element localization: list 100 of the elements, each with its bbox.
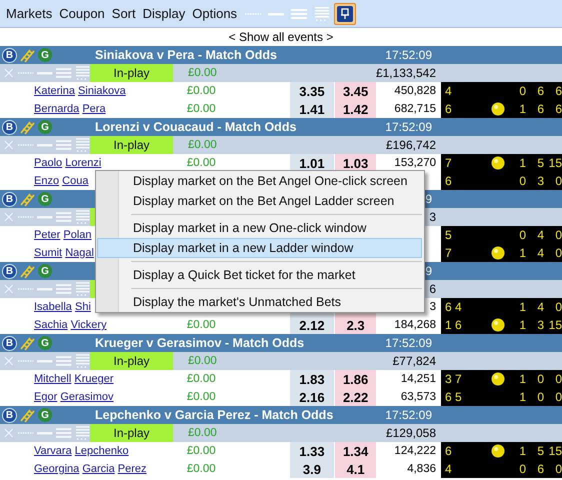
menu-item[interactable]: Display market on the Bet Angel One-click screen <box>97 171 422 191</box>
set-scores: 6 <box>444 444 453 458</box>
runner-name-link[interactable]: Mitchell <box>34 373 72 385</box>
letter-badge[interactable]: B <box>2 48 17 62</box>
lay-price[interactable]: 4.1 <box>334 460 376 478</box>
letter-badge[interactable]: G <box>38 120 52 134</box>
set-scores: 4 <box>444 84 453 98</box>
letter-badge[interactable]: G <box>38 264 52 278</box>
menu-item[interactable]: Coupon <box>57 6 110 21</box>
market-title: Lepchenko v Garcia Perez - Match Odds <box>95 408 334 422</box>
total-matched: £77,824 <box>392 354 436 368</box>
lay-price[interactable]: 1.42 <box>334 100 376 118</box>
runner-name-link[interactable]: Shi <box>74 301 91 313</box>
menu-item[interactable]: Sort <box>110 6 141 21</box>
market-title: Lorenzi v Couacaud - Match Odds <box>95 120 298 134</box>
runner-name-link[interactable]: Garcia <box>82 463 115 475</box>
letter-badge[interactable]: G <box>38 48 52 62</box>
set-scores: 1 6 <box>444 318 463 332</box>
score-value: 5 <box>536 444 544 458</box>
score-value: 15 <box>548 156 562 170</box>
in-play-indicator: In-play <box>90 424 173 442</box>
lay-price[interactable]: 2.22 <box>334 388 376 406</box>
matched-amount: £0.00 <box>186 373 216 385</box>
matched-amount: £0.00 <box>186 103 216 115</box>
in-play-indicator: In-play <box>90 352 173 370</box>
runner-name-link[interactable]: Isabella <box>34 301 72 313</box>
menu-item[interactable]: Display market in a new Ladder window <box>97 238 422 258</box>
runner-name-link[interactable]: Sachia <box>34 319 68 331</box>
traded-volume: 682,715 <box>394 103 436 115</box>
menu-item[interactable]: Display market on the Bet Angel Ladder screen <box>97 191 422 211</box>
traded-volume: 3 <box>430 301 436 313</box>
letter-badge[interactable]: G <box>38 408 52 422</box>
runner-name-link[interactable]: Varvara <box>34 445 72 457</box>
score-value: 5 <box>536 156 544 170</box>
score-value: 6 <box>554 84 562 98</box>
runner-name-link[interactable]: Katerina <box>34 85 75 97</box>
show-all-events-link[interactable]: < Show all events > <box>228 30 334 44</box>
traded-volume: 4,836 <box>407 463 436 475</box>
runner-name-link[interactable]: Gerasimov <box>60 391 114 403</box>
runner-name-link[interactable]: Coua <box>62 175 88 187</box>
score-value: 1 <box>518 300 526 314</box>
set-scores: 6 <box>444 174 453 188</box>
runner-name-link[interactable]: Sumit <box>34 247 62 259</box>
matched-amount: £0.00 <box>188 427 217 439</box>
letter-badge[interactable]: B <box>2 336 17 350</box>
score-value: 4 <box>536 300 544 314</box>
back-price[interactable]: 1.41 <box>290 100 334 118</box>
letter-badge[interactable]: B <box>2 120 17 134</box>
total-matched: £196,742 <box>386 138 436 152</box>
runner-name-link[interactable]: Nagal <box>65 247 94 259</box>
runner-name-link[interactable]: Pera <box>82 103 106 115</box>
menu-item[interactable]: Display <box>140 6 190 21</box>
back-price[interactable]: 1.33 <box>290 442 334 460</box>
runner-name-link[interactable]: Egor <box>34 391 58 403</box>
score-value: 3 <box>536 174 544 188</box>
letter-badge[interactable]: B <box>2 264 17 278</box>
runner-name-link[interactable]: Peter <box>34 229 60 241</box>
lay-price[interactable]: 3.45 <box>334 82 376 100</box>
runner-name-link[interactable]: Lorenzi <box>65 157 102 169</box>
matched-amount: £0.00 <box>188 139 217 151</box>
score-value: 1 <box>518 246 526 260</box>
menu-item[interactable]: Options <box>190 6 242 21</box>
runner-name-link[interactable]: Bernarda <box>34 103 80 115</box>
runner-name-link[interactable]: Paolo <box>34 157 62 169</box>
score-value: 3 <box>536 318 544 332</box>
market-time: 17:52:09 <box>385 336 432 350</box>
matched-amount: £0.00 <box>186 85 216 97</box>
runner-name-link[interactable]: Enzo <box>34 175 60 187</box>
runner-name-link[interactable]: Lepchenko <box>74 445 129 457</box>
lay-price[interactable]: 1.34 <box>334 442 376 460</box>
score-value: 0 <box>554 390 562 404</box>
runner-name-link[interactable]: Polan <box>63 229 92 241</box>
score-value: 6 <box>536 102 544 116</box>
letter-badge[interactable]: B <box>2 408 17 422</box>
matched-amount: £0.00 <box>186 445 216 457</box>
back-price[interactable]: 1.83 <box>290 370 334 388</box>
letter-badge[interactable]: G <box>38 192 52 206</box>
runner-name-link[interactable]: Georgina <box>34 463 80 475</box>
lay-price[interactable]: 1.86 <box>334 370 376 388</box>
back-price[interactable]: 2.16 <box>290 388 334 406</box>
runner-name-link[interactable]: Siniakova <box>78 85 126 97</box>
total-matched: £1,133,542 <box>376 66 436 80</box>
runner-name-link[interactable]: Vickery <box>70 319 107 331</box>
menu-item[interactable]: Display market in a new One-click window <box>97 218 422 238</box>
menu-item[interactable]: Display a Quick Bet ticket for the market <box>97 265 422 285</box>
score-value: 0 <box>536 390 544 404</box>
letter-badge[interactable]: B <box>2 192 17 206</box>
runner-name-link[interactable]: Perez <box>118 463 147 475</box>
back-price[interactable]: 2.12 <box>290 316 334 334</box>
letter-badge[interactable]: G <box>38 336 52 350</box>
runner-name-link[interactable]: Krueger <box>74 373 114 385</box>
back-price[interactable]: 3.9 <box>290 460 334 478</box>
set-scores: 6 4 <box>444 300 463 314</box>
lay-price[interactable]: 2.3 <box>334 316 376 334</box>
set-scores: 6 <box>444 102 453 116</box>
score-value: 0 <box>554 174 562 188</box>
score-value: 6 <box>536 84 544 98</box>
menu-item[interactable]: Markets <box>4 6 58 21</box>
back-price[interactable]: 3.35 <box>290 82 334 100</box>
menu-item[interactable]: Display the market's Unmatched Bets <box>97 292 422 312</box>
